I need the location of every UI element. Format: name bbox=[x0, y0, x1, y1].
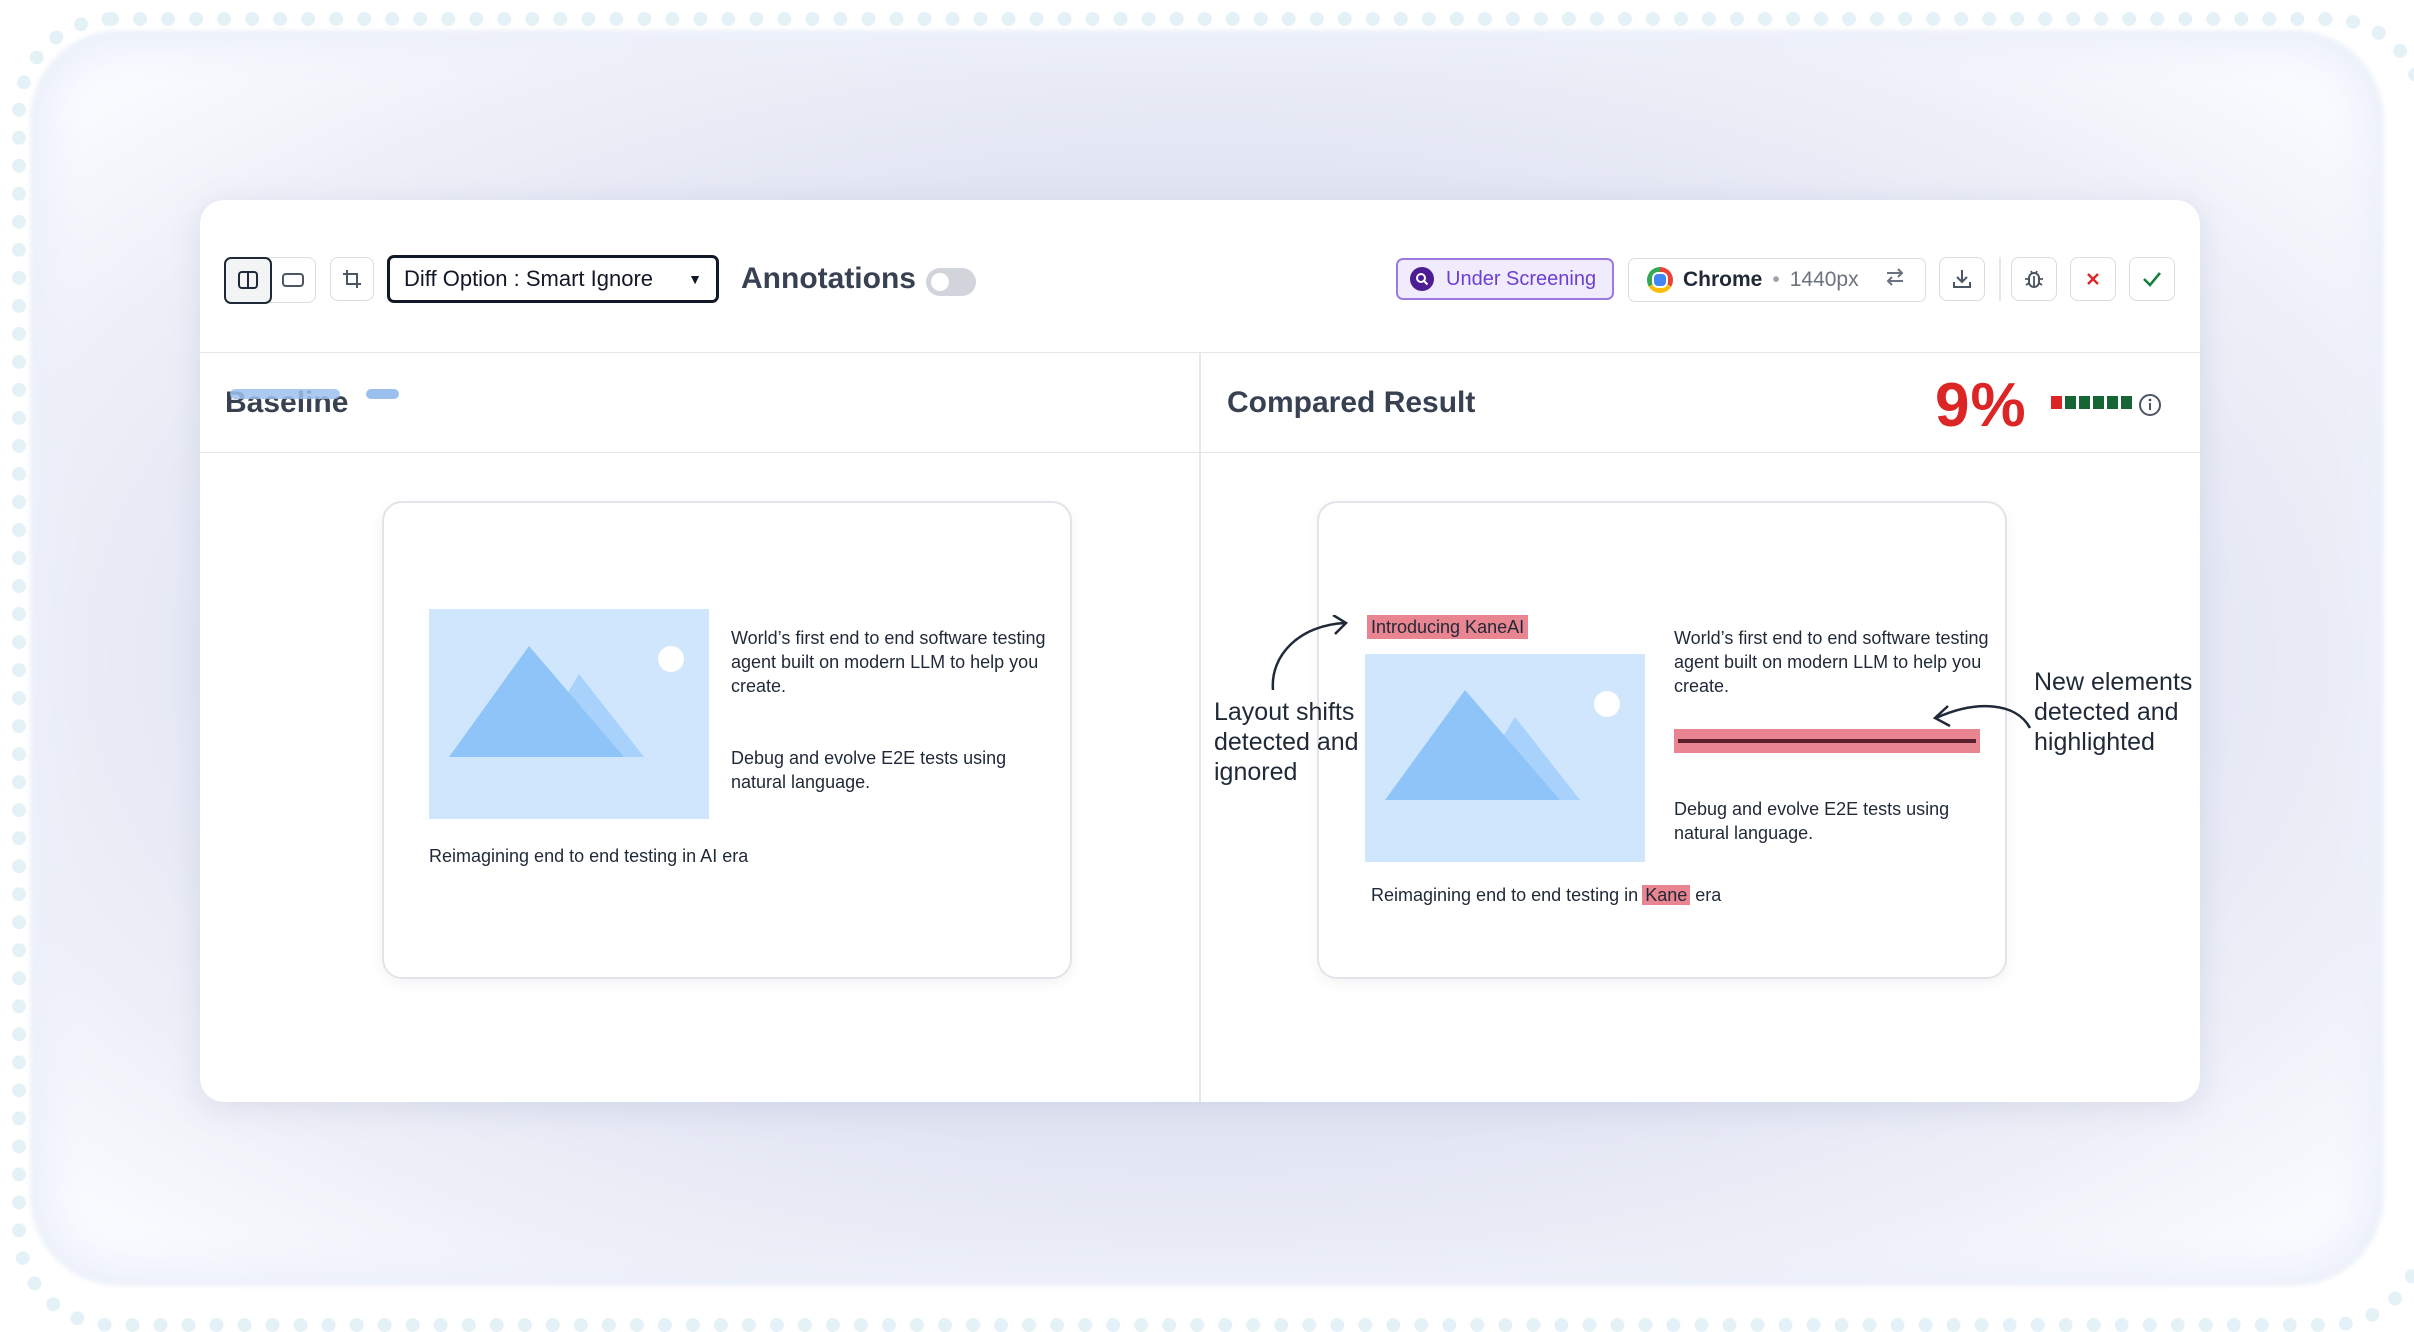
loading-bar bbox=[230, 389, 340, 399]
chrome-icon bbox=[1647, 267, 1673, 293]
browser-selector[interactable]: Chrome • 1440px bbox=[1628, 258, 1926, 302]
single-view-icon bbox=[281, 273, 304, 287]
chevron-down-icon: ▼ bbox=[688, 271, 702, 287]
compared-preview: Introducing KaneAI World’s first end to … bbox=[1317, 501, 2007, 979]
status-label: Under Screening bbox=[1446, 267, 1597, 290]
reject-button[interactable] bbox=[2070, 257, 2116, 301]
baseline-preview: World’s first end to end software testin… bbox=[382, 501, 1072, 979]
toolbar: Diff Option : Smart Ignore ▼ Annotations… bbox=[200, 200, 2200, 353]
image-placeholder bbox=[429, 609, 709, 819]
meter-segment bbox=[2093, 396, 2104, 409]
preview-footer: Reimagining end to end testing in AI era bbox=[429, 846, 749, 866]
preview-paragraph-2: Debug and evolve E2E tests using natural… bbox=[731, 748, 1007, 792]
loading-bar-short bbox=[366, 389, 399, 399]
annotations-toggle[interactable] bbox=[926, 268, 976, 296]
diff-percentage: 9% bbox=[1935, 371, 2027, 440]
reject-icon bbox=[2087, 273, 2099, 285]
single-view-button[interactable] bbox=[271, 258, 316, 302]
annotation-new-elements: New elements detected and highlighted bbox=[2034, 668, 2193, 756]
info-icon[interactable] bbox=[2137, 392, 2163, 418]
bug-icon bbox=[2025, 270, 2043, 288]
split-view-button[interactable] bbox=[223, 256, 272, 304]
preview-paragraph-1: World’s first end to end software testin… bbox=[1674, 628, 1989, 696]
preview-footer: Reimagining end to end testing in Kane er… bbox=[1371, 883, 1931, 907]
diff-option-label: Diff Option : Smart Ignore bbox=[404, 266, 654, 291]
diff-meter bbox=[2051, 396, 2132, 409]
visual-diff-window: Diff Option : Smart Ignore ▼ Annotations… bbox=[200, 200, 2200, 1102]
changed-word-highlight: Kane bbox=[1642, 885, 1691, 905]
arrow-icon bbox=[1932, 704, 2032, 729]
diff-option-select[interactable]: Diff Option : Smart Ignore ▼ bbox=[387, 255, 719, 303]
new-element-badge: Introducing KaneAI bbox=[1367, 615, 1529, 639]
annotations-label: Annotations bbox=[741, 262, 916, 295]
meter-segment bbox=[2107, 396, 2118, 409]
search-icon bbox=[1410, 267, 1434, 291]
footer-text: Reimagining end to end testing in bbox=[1371, 885, 1639, 905]
preview-paragraph-2: Debug and evolve E2E tests using natural… bbox=[1674, 799, 1950, 843]
approve-button[interactable] bbox=[2129, 257, 2175, 301]
image-placeholder bbox=[1365, 654, 1645, 862]
meter-segment bbox=[2079, 396, 2090, 409]
split-view-icon bbox=[237, 271, 258, 289]
view-mode-toggle bbox=[223, 256, 316, 304]
download-button[interactable] bbox=[1939, 257, 1985, 301]
report-bug-button[interactable] bbox=[2011, 257, 2057, 301]
toolbar-divider bbox=[1999, 257, 2001, 301]
separator-dot: • bbox=[1772, 268, 1780, 291]
compared-title: Compared Result bbox=[1227, 386, 1476, 419]
swap-icon[interactable] bbox=[1883, 266, 1907, 294]
baseline-header: Baseline bbox=[200, 352, 1199, 453]
resolution-label: 1440px bbox=[1789, 268, 1859, 291]
meter-segment bbox=[2051, 396, 2062, 409]
crop-icon bbox=[343, 270, 361, 288]
panel-divider bbox=[1199, 352, 1201, 1102]
status-badge[interactable]: Under Screening bbox=[1396, 258, 1614, 300]
browser-name: Chrome bbox=[1683, 268, 1763, 291]
meter-segment bbox=[2065, 396, 2076, 409]
preview-paragraph-1: World’s first end to end software testin… bbox=[731, 628, 1046, 696]
arrow-icon bbox=[1271, 615, 1349, 691]
mountain-icon bbox=[1385, 690, 1620, 800]
meter-segment bbox=[2121, 396, 2132, 409]
crop-button[interactable] bbox=[330, 257, 374, 301]
mountain-icon bbox=[449, 646, 684, 757]
approve-icon bbox=[2143, 272, 2161, 287]
footer-suffix: era bbox=[1695, 885, 1722, 905]
download-icon bbox=[1953, 270, 1971, 288]
annotation-layout-shift: Layout shifts detected and ignored bbox=[1214, 698, 1359, 786]
